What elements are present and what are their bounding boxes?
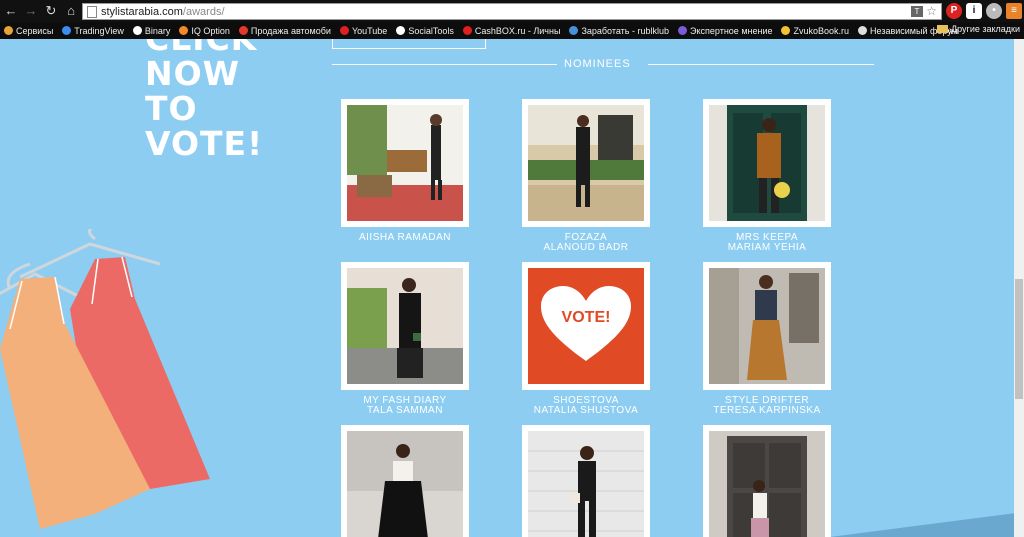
translate-icon[interactable]: T (911, 6, 923, 17)
nominee-caption: AIISHA RAMADAN (305, 233, 505, 243)
bookmark-favicon-icon (339, 26, 349, 35)
nominee-real-name: TALA SAMMAN (367, 405, 443, 416)
bookmark-label: Экспертное мнение (690, 25, 773, 36)
bookmark-label: Заработать - rublklub (581, 25, 670, 36)
forward-icon[interactable]: → (22, 2, 40, 20)
bookmark-favicon-icon (396, 26, 406, 35)
nominee-photo (528, 431, 644, 537)
reload-icon[interactable]: ↻ (42, 2, 60, 20)
bookmark-favicon-icon (781, 26, 791, 35)
bookmark-label: CashBOX.ru - Личны (474, 25, 561, 36)
nominee-caption: SHOESTOVA NATALIA SHUSTOVA (486, 396, 686, 416)
page-icon (87, 5, 97, 18)
menu-icon[interactable]: ≡ (1006, 3, 1022, 19)
bookmarks-bar: Сервисы TradingView Binary IQ Option Продажа… (0, 22, 1024, 39)
bookmark-favicon-icon (132, 26, 142, 35)
divider-left (332, 64, 557, 65)
nominee-caption: FOZAZA ALANOUD BADR (486, 233, 686, 253)
nominee-card[interactable] (703, 425, 831, 537)
bookmark-item[interactable]: CashBOX.ru - Личны (462, 25, 561, 36)
vote-box[interactable]: VOTE! (528, 268, 644, 384)
bookmark-favicon-icon (569, 26, 579, 35)
nominee-caption: STYLE DRIFTER TERESA KARPINSKA (667, 396, 867, 416)
nominee-photo (709, 268, 825, 384)
cta-line: TO (145, 89, 198, 128)
bookmark-favicon-icon (678, 26, 688, 35)
nominee-real-name: MARIAM YEHIA (727, 242, 807, 253)
address-bar[interactable]: stylistarabia.com/awards/ T ☆ (82, 3, 942, 20)
vertical-scrollbar[interactable] (1014, 39, 1024, 537)
bookmark-favicon-icon (179, 26, 189, 35)
back-icon[interactable]: ← (2, 2, 20, 20)
vote-label: VOTE! (562, 309, 611, 326)
bookmark-label: Продажа автомоби (250, 25, 331, 36)
bookmark-label: SocialTools (408, 25, 454, 36)
top-outline-box (332, 39, 486, 49)
nominee-real-name: ALANOUD BADR (543, 242, 629, 253)
nominee-photo (528, 105, 644, 221)
info-icon[interactable]: i (966, 3, 982, 19)
bookmark-item[interactable]: ZvukoBook.ru (781, 26, 849, 36)
nominees-title: NOMINEES (564, 58, 631, 70)
nominee-photo (709, 105, 825, 221)
bookmark-label: YouTube (351, 25, 388, 36)
bookmark-label: Сервисы (16, 25, 54, 36)
nominee-caption: MRS KEEPA MARIAM YEHIA (667, 233, 867, 253)
nominee-photo (347, 431, 463, 537)
nominee-card[interactable] (522, 99, 650, 227)
nominee-card[interactable] (341, 99, 469, 227)
bookmark-label: IQ Option (191, 25, 230, 36)
bookmark-favicon-icon (62, 26, 72, 35)
url-path: /awards/ (182, 5, 225, 18)
scrollbar-thumb[interactable] (1015, 279, 1023, 399)
bookmark-favicon-icon (858, 26, 868, 35)
nominee-card[interactable] (703, 99, 831, 227)
bookmark-item[interactable]: SocialTools (396, 26, 454, 36)
cta-line: NOW (145, 54, 241, 93)
nominee-card[interactable] (703, 262, 831, 390)
bookmark-label: Binary (144, 25, 171, 36)
nominee-card[interactable] (341, 262, 469, 390)
home-icon[interactable]: ⌂ (62, 2, 80, 20)
bookmark-item[interactable]: Binary (132, 25, 171, 36)
bookmark-item[interactable]: Заработать - rublklub (569, 26, 669, 36)
other-bookmarks-folder[interactable]: Другие закладки (937, 24, 1020, 34)
bookmark-favicon-icon (238, 26, 248, 35)
bookmark-item[interactable]: Экспертное мнение (678, 26, 772, 36)
footer-wave-shape (830, 512, 1024, 537)
bookmark-favicon-icon (462, 26, 472, 35)
bookmark-item[interactable]: Сервисы (4, 26, 53, 36)
url-domain: stylistarabia.com (101, 5, 183, 18)
browser-toolbar: ← → ↻ ⌂ stylistarabia.com/awards/ T ☆ P … (0, 0, 1024, 22)
hanging-dresses-illustration (0, 229, 210, 529)
page-content: CLICK NOW TO VOTE! NOMINEES (0, 39, 1024, 537)
other-bookmarks-label: Другие закладки (951, 24, 1020, 34)
bookmark-item[interactable]: IQ Option (179, 26, 230, 36)
nominee-real-name: TERESA KARPINSKA (713, 405, 821, 416)
nominee-caption: MY FASH DIARY TALA SAMMAN (305, 396, 505, 416)
nominee-photo (347, 105, 463, 221)
nominee-photo (347, 268, 463, 384)
heart-icon: VOTE! (541, 286, 631, 361)
bookmark-item[interactable]: YouTube (339, 25, 388, 36)
vote-card[interactable]: VOTE! (522, 262, 650, 390)
click-now-to-vote-heading: CLICK NOW TO VOTE! (145, 39, 263, 161)
bookmark-label: TradingView (74, 25, 124, 36)
nominee-photo (709, 431, 825, 537)
nominee-card[interactable] (522, 425, 650, 537)
nominee-name: AIISHA RAMADAN (358, 232, 452, 243)
divider-right (648, 64, 874, 65)
bookmark-star-icon[interactable]: ☆ (926, 4, 937, 18)
nominee-card[interactable] (341, 425, 469, 537)
pinterest-icon[interactable]: P (946, 3, 962, 19)
nominee-real-name: NATALIA SHUSTOVA (533, 405, 639, 416)
bookmark-label: ZvukoBook.ru (793, 25, 850, 36)
bookmark-item[interactable]: TradingView (62, 26, 124, 36)
bookmark-item[interactable]: Продажа автомоби (238, 25, 331, 36)
extension-icon[interactable]: • (986, 3, 1002, 19)
folder-icon (937, 25, 949, 33)
bookmark-favicon-icon (4, 26, 13, 35)
cta-line: VOTE! (145, 124, 264, 163)
